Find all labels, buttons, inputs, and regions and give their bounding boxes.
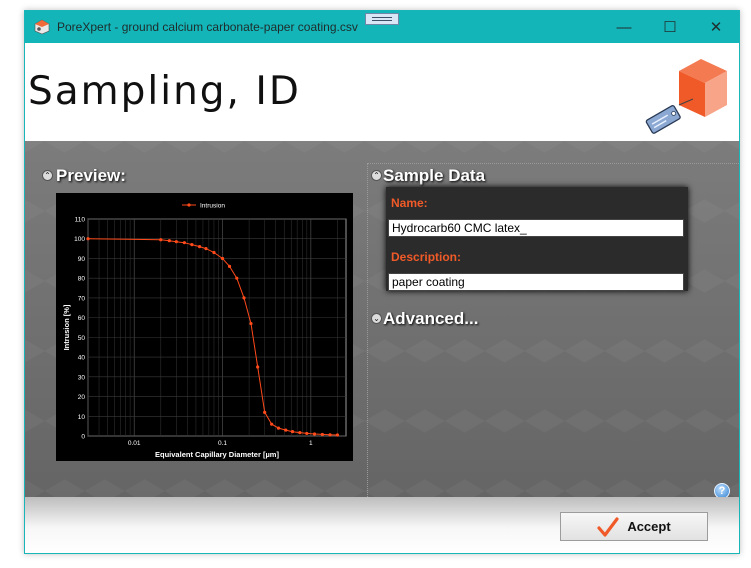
sample-data-section-title[interactable]: Sample Data [383,166,485,186]
intrusion-data-point [276,426,281,430]
y-tick-label: 0 [81,434,85,441]
intrusion-data-point [284,428,288,432]
y-tick-label: 80 [78,276,86,283]
intrusion-data-point [190,243,194,247]
minimize-icon: — [616,18,632,36]
main-content: ⌃ Preview: 0 10 20 30 40 50 60 70 80 90 100 110 0.01… [25,141,739,499]
sample-tag-cube-logo [645,59,727,134]
intrusion-data-point [86,237,90,241]
y-tick-label: 20 [78,394,86,401]
y-tick-label: 50 [78,335,86,342]
intrusion-data-point [320,432,324,437]
intrusion-data-point [227,264,232,268]
intrusion-data-point [159,238,163,242]
x-tick-label: 0.1 [218,440,227,447]
y-tick-label: 90 [78,256,86,263]
preview-section-title[interactable]: Preview: [56,166,126,186]
plot-area [87,218,347,437]
intrusion-data-point [174,240,178,244]
sample-data-panel: Name: Description: [386,187,688,291]
y-tick-label: 70 [78,295,86,302]
footer-bar: Accept [25,497,739,553]
intrusion-data-point [182,241,186,245]
description-field[interactable] [388,273,684,291]
y-axis-label: Intrusion [%] [62,304,71,350]
x-tick-label: 0.01 [128,440,141,447]
accept-label: Accept [627,519,671,534]
intrusion-data-point [220,256,225,261]
checkmark-icon [597,516,619,537]
intrusion-data-point [263,410,267,414]
drag-handle[interactable] [365,13,399,25]
intrusion-data-point [249,321,253,326]
preview-collapse-icon[interactable]: ⌃ [42,170,53,181]
y-tick-label: 10 [78,414,86,421]
y-tick-label: 60 [78,315,86,322]
panel-divider [367,163,368,497]
accept-button[interactable]: Accept [560,512,708,541]
legend-entry: Intrusion [200,203,225,210]
page-title: Sampling, ID [28,69,301,114]
y-tick-label: 30 [78,374,86,381]
intrusion-data-point [335,433,340,437]
porexpert-app-icon [34,19,50,35]
intrusion-chart: 0 10 20 30 40 50 60 70 80 90 100 110 0.01 0.1 1 Equival… [56,193,353,461]
intrusion-data-point [328,433,332,437]
intrusion-data-point [197,245,202,249]
y-tick-label: 110 [75,217,86,224]
intrusion-data-point [256,365,260,369]
y-tick-label: 40 [78,355,86,362]
title-bar[interactable]: PoreXpert - ground calcium carbonate-pap… [25,11,739,43]
minimize-button[interactable]: — [601,11,647,43]
intrusion-data-point [305,431,309,436]
intrusion-data-point [242,296,246,300]
intrusion-data-point [212,250,216,255]
description-label: Description: [391,250,462,264]
window-title: PoreXpert - ground calcium carbonate-pap… [57,20,358,34]
intrusion-data-point [298,431,302,435]
panel-divider-top [367,163,739,164]
close-icon: ✕ [709,19,723,36]
intrusion-chart-svg: 0 10 20 30 40 50 60 70 80 90 100 110 0.01 0.1 1 Equival… [62,203,347,459]
sample-data-collapse-icon[interactable]: ⌃ [371,170,382,181]
legend-swatch-marker [187,203,191,207]
intrusion-data-point [290,430,295,434]
advanced-expand-icon[interactable]: ⌄ [371,313,382,324]
name-label: Name: [391,196,428,210]
x-tick-label: 1 [309,440,313,447]
page-header: Sampling, ID [25,43,739,141]
intrusion-data-point [204,246,208,251]
close-button[interactable]: ✕ [693,11,739,43]
intrusion-data-point [235,276,239,280]
name-field[interactable] [388,219,684,237]
advanced-section-title[interactable]: Advanced... [383,309,478,329]
intrusion-data-point [312,432,317,436]
intrusion-data-point [270,422,274,426]
app-window: PoreXpert - ground calcium carbonate-pap… [24,10,740,554]
maximize-button[interactable]: ☐ [647,11,693,43]
maximize-icon: ☐ [663,19,677,36]
intrusion-data-point [167,239,171,243]
x-axis-label: Equivalent Capillary Diameter [µm] [155,450,279,459]
y-tick-label: 100 [74,236,85,243]
